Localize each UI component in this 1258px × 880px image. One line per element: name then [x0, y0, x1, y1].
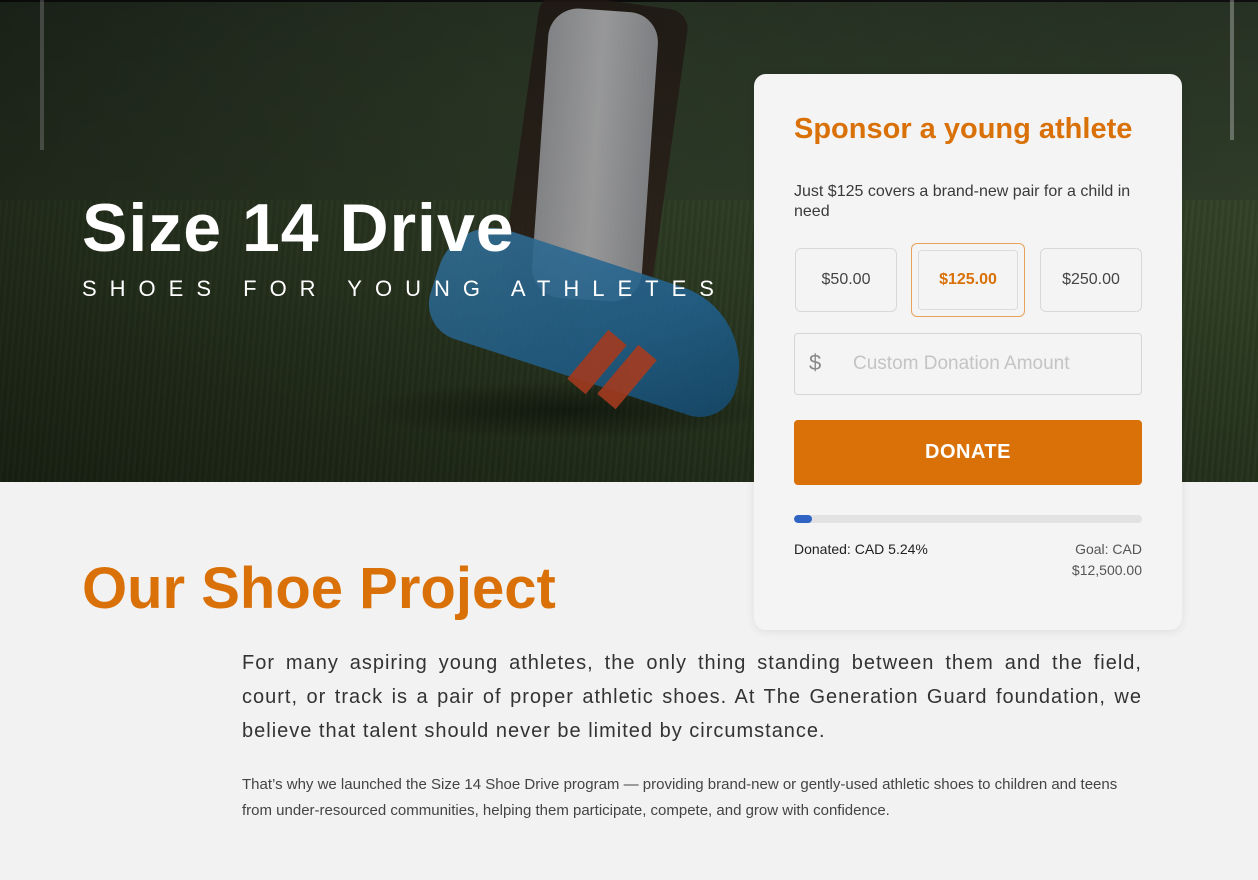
amount-option-125[interactable]: $125.00 — [911, 243, 1025, 317]
amount-option-50[interactable]: $50.00 — [795, 248, 897, 312]
donated-amount-text: Donated: CAD 5.24% — [794, 541, 928, 557]
donation-card: Sponsor a young athlete Just $125 covers… — [754, 74, 1182, 630]
donation-progress-bar — [794, 515, 1142, 523]
donation-card-title: Sponsor a young athlete — [794, 113, 1133, 145]
goal-amount-text: Goal: CAD $12,500.00 — [1071, 541, 1142, 578]
donate-button[interactable]: DONATE — [794, 420, 1142, 485]
body-paragraph: That’s why we launched the Size 14 Shoe … — [242, 776, 1118, 819]
hero-title: Size 14 Drive — [82, 190, 515, 266]
amount-option-250[interactable]: $250.00 — [1040, 248, 1142, 312]
dollar-sign-icon: $ — [809, 350, 822, 375]
custom-amount-input[interactable] — [851, 346, 1131, 382]
section-title: Our Shoe Project — [82, 556, 556, 621]
donation-progress-fill — [794, 515, 813, 523]
lead-paragraph: For many aspiring young athletes, the on… — [242, 652, 1142, 742]
custom-amount-field[interactable]: $ — [794, 333, 1142, 395]
donation-card-subtitle: Just $125 covers a brand-new pair for a … — [794, 183, 1131, 220]
hero-subtitle: SHOES FOR YOUNG ATHLETES — [82, 276, 727, 301]
